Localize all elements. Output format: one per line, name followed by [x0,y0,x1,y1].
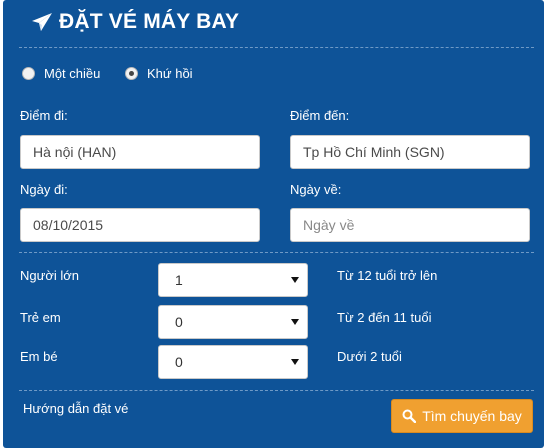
infant-select-value: 0 [175,354,183,370]
panel-title-text: ĐẶT VÉ MÁY BAY [59,10,240,33]
radio-one-way-label: Một chiều [44,66,101,81]
chevron-down-icon [291,319,299,325]
child-hint: Từ 2 đến 11 tuổi [337,310,432,325]
child-select-value: 0 [175,314,183,330]
radio-round-trip-circle[interactable] [125,67,138,80]
depart-label: Ngày đi: [20,182,68,197]
search-icon [402,409,417,423]
infant-select[interactable]: 0 [158,345,308,379]
flight-booking-panel: ĐẶT VÉ MÁY BAY Một chiều Khứ hồi Điểm đi… [3,0,544,448]
infant-label: Em bé [20,349,58,364]
chevron-down-icon [291,359,299,365]
radio-one-way-circle[interactable] [22,67,35,80]
paper-plane-icon [32,13,52,31]
from-input[interactable]: Hà nội (HAN) [20,135,260,169]
chevron-down-icon [291,277,299,283]
return-label: Ngày về: [290,182,342,197]
from-label: Điểm đi: [20,108,68,123]
adult-select-value: 1 [175,272,183,288]
depart-date-input[interactable]: 08/10/2015 [20,208,260,242]
divider [19,47,534,48]
adult-hint: Từ 12 tuổi trở lên [337,268,438,283]
radio-one-way[interactable]: Một chiều [22,66,100,81]
radio-round-trip[interactable]: Khứ hồi [125,66,193,81]
child-select[interactable]: 0 [158,305,308,339]
infant-hint: Dưới 2 tuổi [337,349,402,364]
divider [19,390,534,391]
adult-select[interactable]: 1 [158,263,308,297]
panel-title: ĐẶT VÉ MÁY BAY [31,8,239,36]
search-flights-label: Tìm chuyến bay [422,408,522,424]
to-label: Điểm đến: [290,108,350,123]
return-date-input[interactable]: Ngày về [290,208,530,242]
adult-label: Người lớn [20,268,79,283]
radio-round-trip-label: Khứ hồi [147,66,193,81]
child-label: Trẻ em [20,310,61,325]
divider [19,252,534,253]
search-flights-button[interactable]: Tìm chuyến bay [391,399,533,433]
to-input[interactable]: Tp Hồ Chí Minh (SGN) [290,135,530,169]
booking-guide-link[interactable]: Hướng dẫn đặt vé [23,401,128,416]
